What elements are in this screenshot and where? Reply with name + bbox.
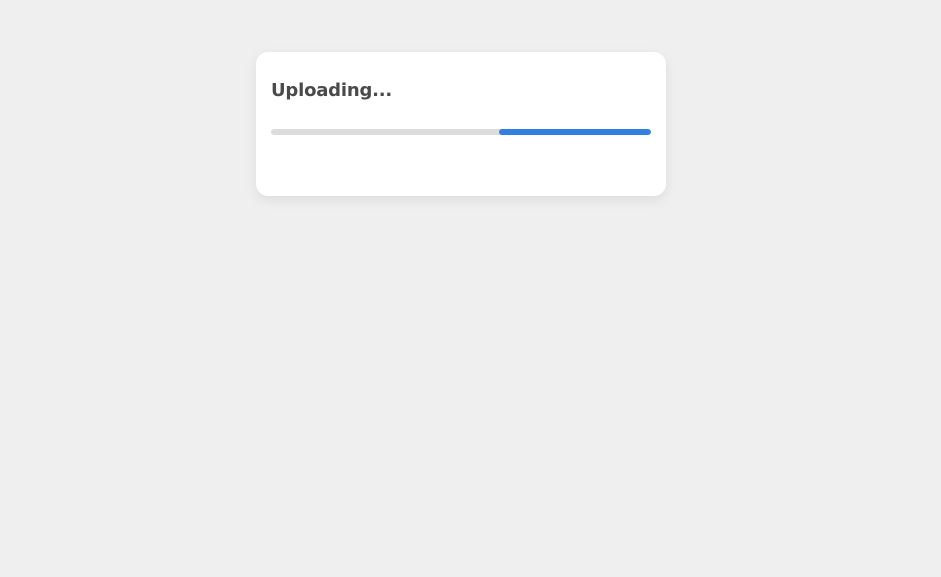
upload-progress-bar xyxy=(271,129,651,135)
upload-progress-fill xyxy=(499,129,651,135)
upload-status-title: Uploading... xyxy=(271,80,393,101)
page-background: Uploading... xyxy=(0,0,941,577)
upload-dialog: Uploading... xyxy=(256,52,666,196)
